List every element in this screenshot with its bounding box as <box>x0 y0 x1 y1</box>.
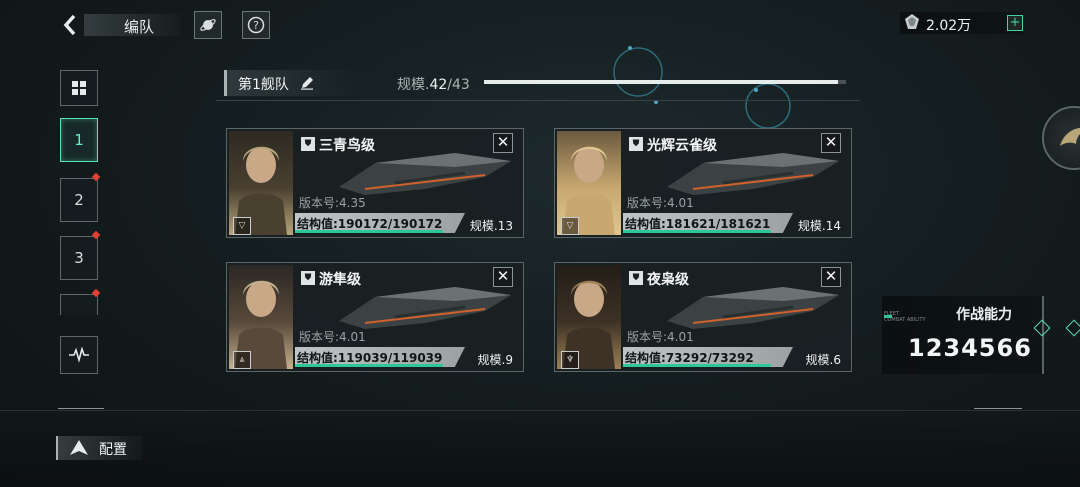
svg-text:?: ? <box>253 19 259 32</box>
remove-ship-button[interactable]: ✕ <box>493 133 513 153</box>
ship-info: ⛊ 三青鸟级 ✕ 版本号:4.35 结构值:190172/190172 规模.1… <box>295 129 521 237</box>
ship-name: 三青鸟级 <box>319 138 375 154</box>
ship-card[interactable]: ⛊ 三青鸟级 ✕ 版本号:4.35 结构值:190172/190172 规模.1… <box>226 128 524 238</box>
rank-badge: ⩓ <box>233 351 251 369</box>
ship-version: 版本号:4.35 <box>299 196 366 210</box>
rank-badge: ▽ <box>561 217 579 235</box>
ship-scale: 规模.6 <box>805 353 841 367</box>
ship-name: 游隼级 <box>319 272 361 288</box>
currency-value: 2.02万 <box>926 18 972 34</box>
fleet-scale-current: 42 <box>429 77 448 93</box>
question-icon[interactable]: ? <box>242 11 270 39</box>
ship-info: ⛊ 游隼级 ✕ 版本号:4.01 结构值:119039/119039 规模.9 <box>295 263 521 371</box>
ship-class-icon: ⛊ <box>629 271 643 285</box>
fleet-tab-label: 3 <box>74 249 84 267</box>
pulse-button[interactable] <box>60 336 98 374</box>
remove-ship-button[interactable]: ✕ <box>821 133 841 153</box>
fleet-tab-label: 1 <box>74 131 84 149</box>
hp-bar <box>623 364 771 367</box>
combat-power-label: 作战能力 <box>956 307 1012 323</box>
hp-bar <box>295 230 443 233</box>
ship-card[interactable]: ⛊ 夜枭级 ✕ 版本号:4.01 结构值:73292/73292 规模.6 ♆ <box>554 262 852 372</box>
ship-class-icon: ⛊ <box>629 137 643 151</box>
fleet-config-icon <box>68 439 90 461</box>
page-title: 编队 <box>124 18 155 36</box>
emblem-button[interactable] <box>1042 106 1080 170</box>
ship-name: 夜枭级 <box>647 272 689 288</box>
config-label: 配置 <box>99 442 127 458</box>
pencil-icon[interactable] <box>300 75 314 94</box>
grid-view-button[interactable] <box>60 70 98 106</box>
pulse-icon <box>69 347 89 363</box>
fleet-scale-max: 43 <box>452 77 470 93</box>
divider <box>216 100 860 101</box>
rank-badge: ▽ <box>233 217 251 235</box>
ship-version: 版本号:4.01 <box>299 330 366 344</box>
fleet-tab-2[interactable]: 2 <box>60 178 98 222</box>
fleet-tab-4[interactable] <box>60 294 98 315</box>
ship-scale: 规模.9 <box>477 353 513 367</box>
ship-card[interactable]: ⛊ 光辉云雀级 ✕ 版本号:4.01 结构值:181621/181621 规模.… <box>554 128 852 238</box>
scale-progress-fill <box>484 80 838 84</box>
ship-scale: 规模.14 <box>797 219 841 233</box>
ship-class-icon: ⛊ <box>301 271 315 285</box>
hp-bar <box>623 230 771 233</box>
remove-ship-button[interactable]: ✕ <box>821 267 841 287</box>
fleet-name: 第1舰队 <box>238 77 289 93</box>
ship-info: ⛊ 光辉云雀级 ✕ 版本号:4.01 结构值:181621/181621 规模.… <box>623 129 849 237</box>
fleet-tab-1[interactable]: 1 <box>60 118 98 162</box>
decor-circles <box>613 46 791 129</box>
ship-version: 版本号:4.01 <box>627 196 694 210</box>
fleet-scale-label: 规模. <box>397 77 430 93</box>
rank-badge: ♆ <box>561 351 579 369</box>
ship-info: ⛊ 夜枭级 ✕ 版本号:4.01 结构值:73292/73292 规模.6 <box>623 263 849 371</box>
ship-scale: 规模.13 <box>469 219 513 233</box>
ship-version: 版本号:4.01 <box>627 330 694 344</box>
remove-ship-button[interactable]: ✕ <box>493 267 513 287</box>
accent-mark <box>884 315 892 318</box>
fleet-tab-3[interactable]: 3 <box>60 236 98 280</box>
fleet-scale: 规模.42/43 <box>397 74 470 94</box>
bottom-bar <box>0 410 1080 487</box>
deco-line <box>58 408 104 409</box>
hp-bar <box>295 364 443 367</box>
ship-name: 光辉云雀级 <box>647 138 717 154</box>
add-currency-button[interactable]: + <box>1007 15 1023 31</box>
diamond-marker <box>1065 319 1080 337</box>
crystal-icon <box>903 13 921 35</box>
combat-power-value: 1234566 <box>908 334 1032 362</box>
back-chevron-icon[interactable] <box>58 12 84 38</box>
planet-icon[interactable] <box>194 11 222 39</box>
grid-icon <box>72 81 86 95</box>
deco-line <box>974 408 1022 409</box>
ship-card[interactable]: ⛊ 游隼级 ✕ 版本号:4.01 结构值:119039/119039 规模.9 … <box>226 262 524 372</box>
ship-class-icon: ⛊ <box>301 137 315 151</box>
fleet-tab-label: 2 <box>74 191 84 209</box>
